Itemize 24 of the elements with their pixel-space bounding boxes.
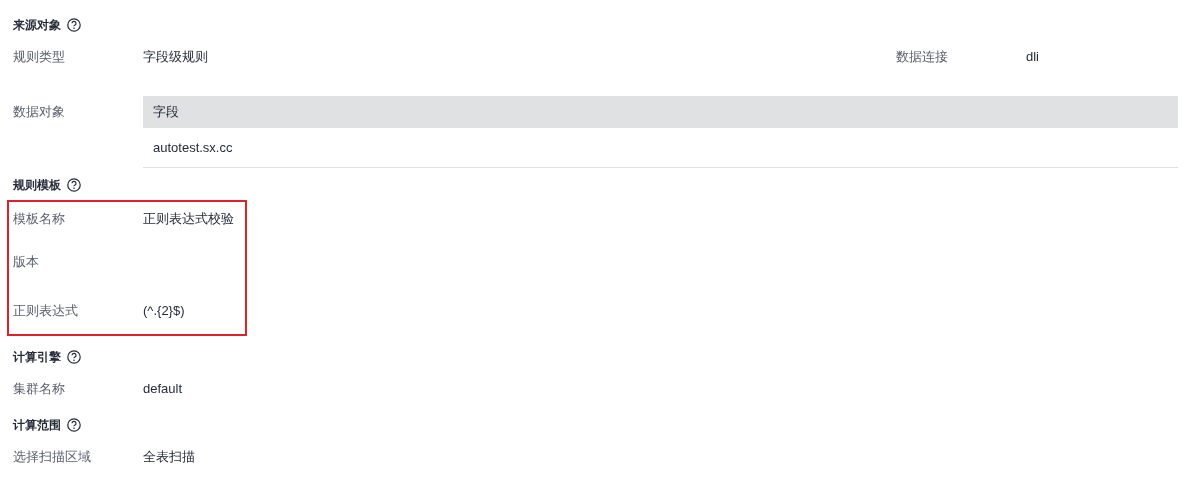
field-value: (^.{2}$) xyxy=(143,302,186,321)
field-value: 字段级规则 xyxy=(143,48,209,67)
field-label: 集群名称 xyxy=(13,380,66,399)
field-value: dli xyxy=(1026,48,1039,67)
field-value: default xyxy=(143,380,184,399)
help-icon[interactable] xyxy=(67,178,81,192)
section-title: 计算引擎 xyxy=(13,349,61,366)
field-label: 版本 xyxy=(13,253,40,272)
help-icon[interactable] xyxy=(67,350,81,364)
help-icon[interactable] xyxy=(67,18,81,32)
table-header: 字段 xyxy=(143,96,1178,128)
field-label: 数据连接 xyxy=(896,48,949,67)
field-label: 选择扫描区域 xyxy=(13,448,92,467)
field-value: 全表扫描 xyxy=(143,448,196,467)
table-cell: autotest.sx.cc xyxy=(143,128,1178,168)
field-label: 正则表达式 xyxy=(13,302,79,321)
help-icon[interactable] xyxy=(67,418,81,432)
field-label: 规则类型 xyxy=(13,48,66,67)
section-title: 来源对象 xyxy=(13,17,61,34)
section-title: 计算范围 xyxy=(13,417,61,434)
field-label: 模板名称 xyxy=(13,210,66,229)
field-value: 正则表达式校验 xyxy=(143,210,235,229)
field-label: 数据对象 xyxy=(13,103,66,121)
section-title: 规则模板 xyxy=(13,177,61,194)
